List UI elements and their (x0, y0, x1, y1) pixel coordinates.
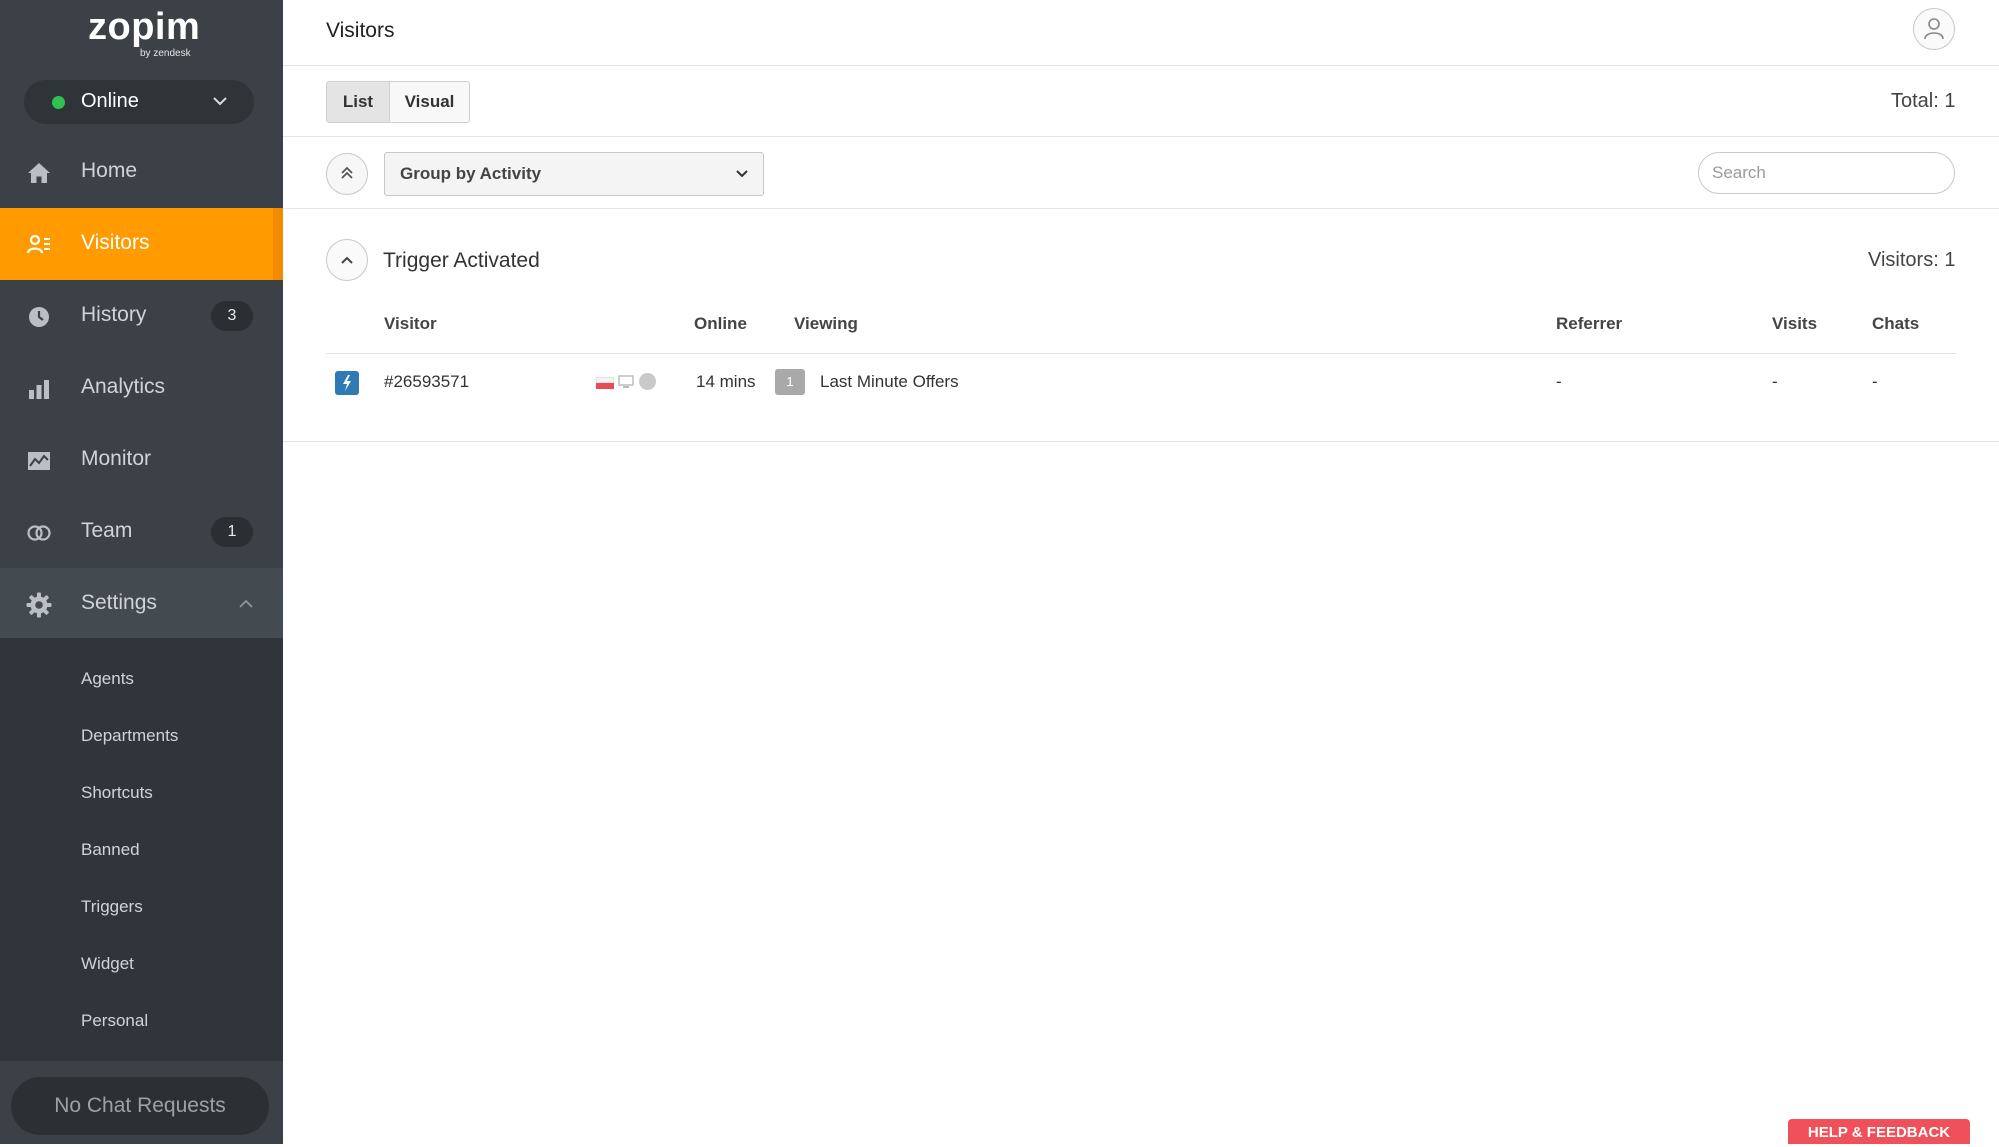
double-chevron-up-icon (341, 166, 353, 179)
logo-wordmark: zopim (88, 6, 201, 48)
history-count-badge: 3 (211, 301, 253, 331)
country-flag-icon (596, 377, 614, 389)
view-toolbar: List Visual Total: 1 (283, 65, 1999, 137)
chevron-up-icon (341, 256, 353, 264)
monitor-chart-icon (28, 452, 50, 470)
list-view-button[interactable]: List (326, 81, 390, 123)
table-row[interactable]: #26593571 14 mins 1 Last Minute Offers -… (326, 354, 1956, 411)
trigger-icon (335, 371, 359, 395)
browser-icon (639, 373, 656, 390)
group-title: Trigger Activated (383, 249, 540, 272)
gear-icon (26, 592, 52, 618)
sidebar-item-label: Home (81, 159, 138, 182)
visits-value: - (1772, 372, 1778, 391)
viewing-page: Last Minute Offers (820, 372, 959, 391)
home-icon (28, 163, 50, 183)
settings-item-personal[interactable]: Personal (81, 1011, 148, 1031)
sidebar-footer: No Chat Requests (0, 1061, 283, 1144)
chat-requests-button[interactable]: No Chat Requests (11, 1077, 269, 1135)
user-icon (1924, 18, 1944, 40)
zopim-logo[interactable]: zopim by zendesk (88, 6, 201, 59)
sidebar-item-label: History (81, 303, 147, 326)
filter-toolbar: Group by Activity (283, 137, 1999, 209)
online-status-dot (52, 96, 65, 109)
sidebar-item-home[interactable]: Home (0, 136, 283, 208)
settings-item-widget[interactable]: Widget (81, 954, 134, 974)
group-by-selected-value: Group by Activity (400, 164, 542, 183)
settings-item-banned[interactable]: Banned (81, 840, 140, 860)
top-bar: Visitors (283, 0, 1999, 66)
bar-chart-icon (29, 380, 49, 399)
settings-item-triggers[interactable]: Triggers (81, 897, 143, 917)
logo-tagline: by zendesk (140, 48, 191, 59)
column-header-viewing[interactable]: Viewing (794, 314, 858, 334)
visual-view-button[interactable]: Visual (389, 81, 470, 123)
sidebar: zopim by zendesk Online Home Visitors Hi… (0, 0, 283, 1144)
total-visitors-count: Total: 1 (1891, 90, 1956, 112)
group-collapse-button[interactable] (326, 239, 368, 281)
team-count-badge: 1 (211, 517, 253, 547)
sidebar-item-history[interactable]: History 3 (0, 280, 283, 352)
visitors-icon (26, 234, 50, 254)
column-header-referrer[interactable]: Referrer (1556, 314, 1622, 334)
settings-item-departments[interactable]: Departments (81, 726, 178, 746)
sidebar-item-team[interactable]: Team 1 (0, 496, 283, 568)
settings-submenu: Agents Departments Shortcuts Banned Trig… (0, 638, 283, 1061)
desktop-icon (618, 375, 634, 388)
status-dropdown[interactable]: Online (24, 80, 254, 124)
group-visitor-count: Visitors: 1 (1868, 249, 1956, 271)
page-title: Visitors (326, 19, 395, 42)
sidebar-item-visitors[interactable]: Visitors (0, 208, 283, 280)
group-by-select[interactable]: Group by Activity (384, 152, 764, 196)
chats-value: - (1872, 372, 1878, 391)
page-count-badge: 1 (775, 369, 805, 395)
account-avatar-button[interactable] (1913, 8, 1955, 50)
chevron-down-icon (213, 97, 227, 106)
settings-item-agents[interactable]: Agents (81, 669, 134, 689)
online-duration: 14 mins (696, 372, 756, 391)
settings-item-shortcuts[interactable]: Shortcuts (81, 783, 153, 803)
active-indicator (273, 208, 283, 280)
referrer-value: - (1556, 372, 1562, 391)
sidebar-item-label: Analytics (81, 375, 166, 398)
chevron-down-icon (736, 170, 748, 178)
clock-icon (29, 307, 49, 327)
sidebar-item-settings[interactable]: Settings (0, 568, 283, 640)
sidebar-item-monitor[interactable]: Monitor (0, 424, 283, 496)
chevron-up-icon (239, 599, 253, 608)
team-icon (27, 525, 51, 541)
collapse-all-button[interactable] (326, 153, 368, 195)
column-header-online[interactable]: Online (694, 314, 747, 334)
status-label: Online (81, 90, 139, 112)
sidebar-item-label: Monitor (81, 447, 152, 470)
column-header-visits[interactable]: Visits (1772, 314, 1817, 334)
visitor-name: #26593571 (384, 372, 470, 391)
visitor-group: Trigger Activated Visitors: 1 Visitor On… (283, 209, 1999, 442)
main-content: Visitors List Visual Total: 1 Group by A… (283, 0, 1999, 1144)
help-feedback-button[interactable]: HELP & FEEDBACK (1788, 1119, 1970, 1144)
sidebar-item-analytics[interactable]: Analytics (0, 352, 283, 424)
sidebar-item-label: Settings (81, 591, 157, 614)
column-header-chats[interactable]: Chats (1872, 314, 1919, 334)
search-input[interactable] (1698, 152, 1955, 194)
sidebar-item-label: Team (81, 519, 133, 542)
column-header-visitor[interactable]: Visitor (384, 314, 437, 334)
sidebar-item-label: Visitors (81, 231, 150, 254)
